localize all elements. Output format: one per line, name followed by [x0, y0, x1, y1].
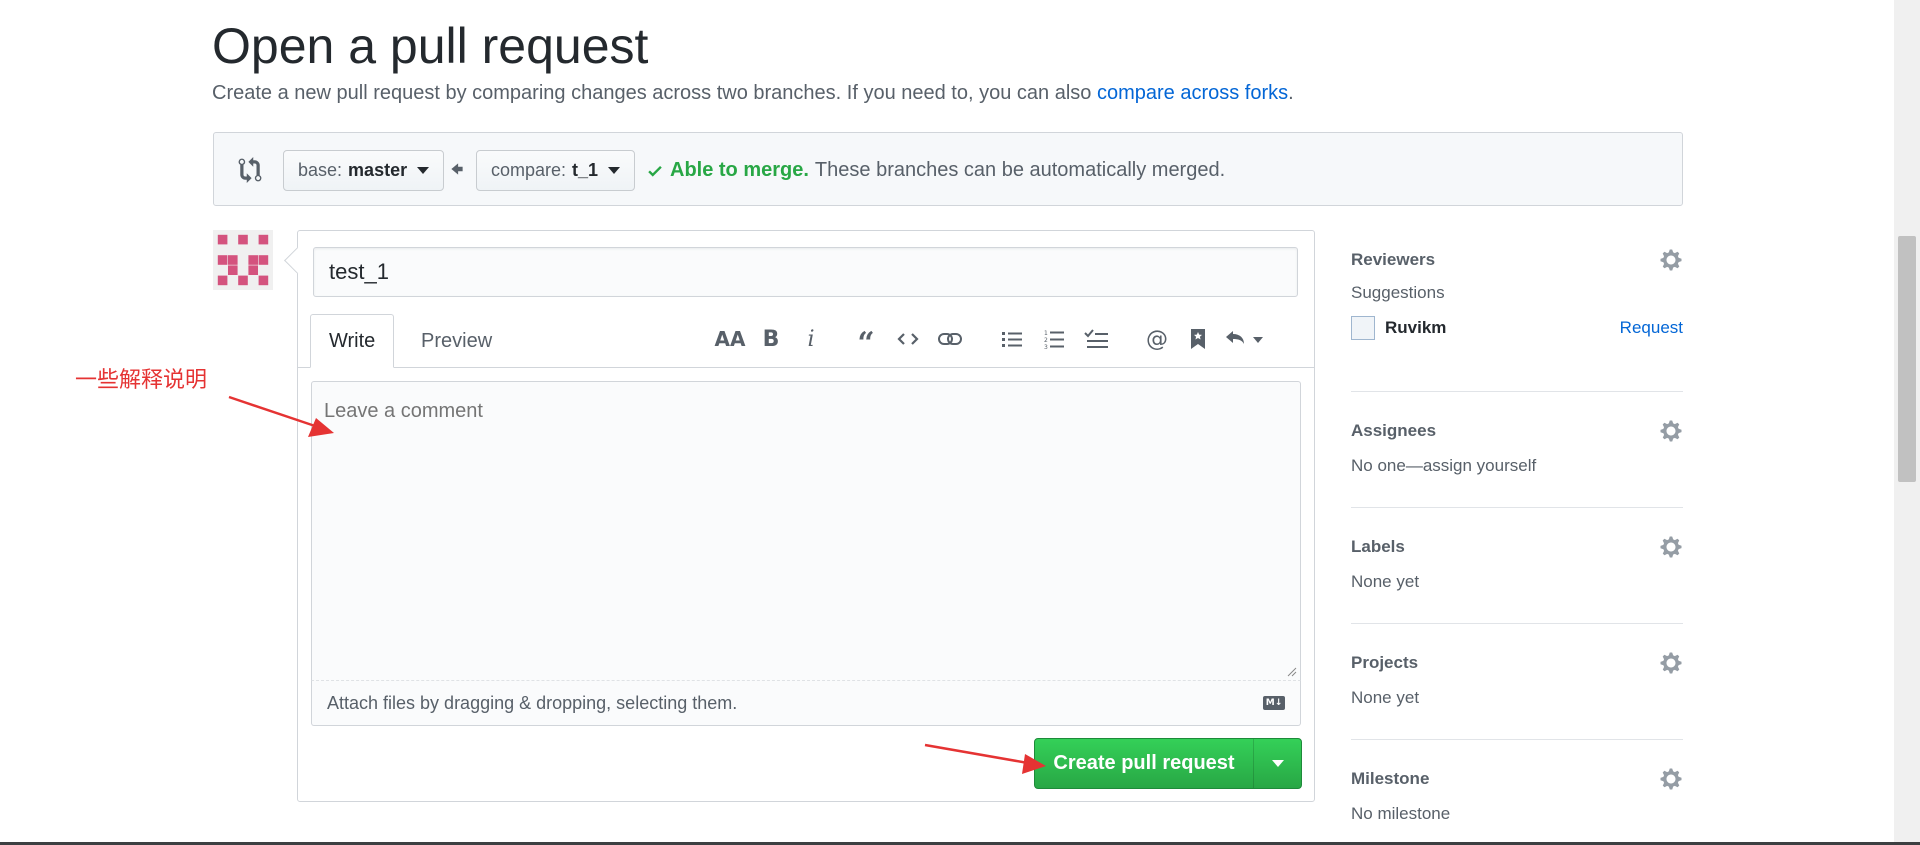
annotation-text: 一些解释说明: [75, 368, 208, 393]
sidebar: Reviewers Suggestions Ruvikm Request Ass…: [1351, 245, 1683, 840]
compare-branch-select[interactable]: compare: t_1: [476, 150, 636, 191]
pull-request-form: Write Preview AA B i “ 123 @ At: [297, 230, 1315, 802]
reviewer-row: Ruvikm Request: [1351, 313, 1683, 343]
markdown-icon: M↓: [1263, 696, 1285, 710]
quote-icon[interactable]: “: [851, 321, 881, 359]
chevron-down-icon: [417, 167, 430, 174]
merge-status: Able to merge. These branches can be aut…: [646, 159, 1225, 182]
create-pull-request-label[interactable]: Create pull request: [1035, 739, 1253, 788]
projects-header[interactable]: Projects: [1351, 648, 1683, 678]
milestone-heading: Milestone: [1351, 769, 1430, 788]
gear-icon[interactable]: [1659, 248, 1683, 272]
page-scrollbar[interactable]: [1894, 0, 1920, 845]
branch-compare-bar: base: master compare: t_1 Able to merge.…: [213, 132, 1683, 206]
attach-files-bar[interactable]: Attach files by dragging & dropping, sel…: [311, 680, 1301, 726]
gear-icon[interactable]: [1659, 535, 1683, 559]
milestone-body: No milestone: [1351, 804, 1451, 823]
svg-text:2: 2: [1044, 337, 1048, 344]
comment-textarea[interactable]: [311, 381, 1301, 681]
unordered-list-icon[interactable]: [997, 321, 1027, 357]
page-subtitle: Create a new pull request by comparing c…: [212, 82, 1294, 105]
check-icon: [648, 165, 662, 177]
merge-ok-text: Able to merge.: [670, 159, 809, 181]
create-pull-request-button[interactable]: Create pull request: [1034, 738, 1302, 789]
chevron-down-icon: [1271, 760, 1284, 767]
git-compare-icon: [238, 157, 262, 183]
code-icon[interactable]: [893, 321, 923, 357]
reviewers-header[interactable]: Reviewers: [1351, 245, 1683, 275]
base-value: master: [348, 160, 408, 180]
arrow-left-icon: [451, 163, 463, 175]
reply-icon[interactable]: [1223, 321, 1267, 357]
assignees-section: Assignees No one—assign yourself: [1351, 392, 1683, 508]
labels-body: None yet: [1351, 572, 1420, 591]
svg-text:3: 3: [1044, 344, 1048, 349]
task-list-icon[interactable]: [1081, 321, 1111, 357]
gear-icon[interactable]: [1659, 767, 1683, 791]
avatar: [213, 230, 273, 290]
reviewers-section: Reviewers Suggestions Ruvikm Request: [1351, 245, 1683, 392]
request-review-link[interactable]: Request: [1620, 318, 1683, 338]
page-title: Open a pull request: [212, 18, 649, 74]
projects-section: Projects None yet: [1351, 624, 1683, 740]
ordered-list-icon[interactable]: 123: [1039, 321, 1069, 357]
svg-text:1: 1: [1044, 330, 1048, 337]
create-options-dropdown[interactable]: [1253, 739, 1301, 788]
bookmark-icon[interactable]: [1183, 321, 1213, 357]
assignees-header[interactable]: Assignees: [1351, 416, 1683, 446]
milestone-section: Milestone No milestone: [1351, 740, 1683, 840]
tab-write[interactable]: Write: [310, 314, 395, 368]
italic-icon[interactable]: i: [796, 321, 826, 357]
base-key: base:: [298, 160, 343, 180]
avatar: [1351, 316, 1375, 340]
milestone-header[interactable]: Milestone: [1351, 764, 1683, 794]
projects-heading: Projects: [1351, 653, 1419, 672]
tab-preview[interactable]: Preview: [403, 314, 510, 368]
assignees-body[interactable]: No one—assign yourself: [1351, 456, 1683, 476]
link-icon[interactable]: [935, 321, 965, 357]
subtitle-end: .: [1288, 82, 1294, 104]
base-branch-select[interactable]: base: master: [283, 150, 445, 191]
labels-section: Labels None yet: [1351, 508, 1683, 624]
labels-heading: Labels: [1351, 537, 1405, 556]
scrollbar-thumb[interactable]: [1898, 236, 1916, 482]
header-icon[interactable]: AA: [712, 321, 748, 357]
labels-header[interactable]: Labels: [1351, 532, 1683, 562]
compare-across-forks-link[interactable]: compare across forks: [1097, 82, 1288, 104]
reviewers-suggestions: Suggestions: [1351, 283, 1445, 302]
reviewer-name: Ruvikm: [1385, 318, 1447, 337]
resize-grip-icon[interactable]: [1287, 667, 1297, 677]
attach-files-text: Attach files by dragging & dropping, sel…: [327, 692, 738, 713]
subtitle-text: Create a new pull request by comparing c…: [212, 82, 1097, 104]
projects-body: None yet: [1351, 688, 1420, 707]
gear-icon[interactable]: [1659, 419, 1683, 443]
gear-icon[interactable]: [1659, 651, 1683, 675]
bold-icon[interactable]: B: [756, 321, 786, 357]
compare-key: compare:: [491, 160, 567, 180]
reviewers-heading: Reviewers: [1351, 250, 1436, 269]
mention-icon[interactable]: @: [1142, 321, 1172, 357]
merge-detail-text: These branches can be automatically merg…: [814, 159, 1226, 181]
chevron-down-icon: [608, 167, 621, 174]
compare-value: t_1: [572, 160, 599, 180]
title-input[interactable]: [313, 247, 1298, 297]
assignees-heading: Assignees: [1351, 421, 1437, 440]
